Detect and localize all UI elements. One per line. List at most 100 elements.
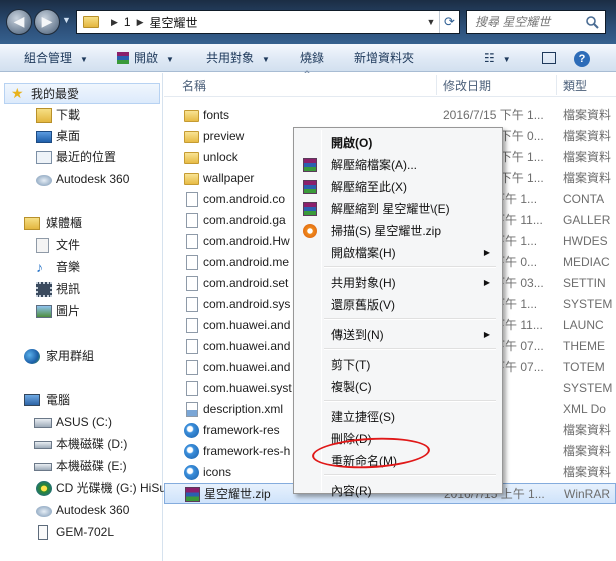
menu-properties[interactable]: 內容(R) (296, 480, 500, 502)
column-divider[interactable] (556, 75, 557, 95)
nav-label: 桌面 (56, 129, 81, 143)
nav-homegroup[interactable]: 家用群組 (0, 346, 160, 367)
file-name: icons (203, 465, 232, 479)
nav-drive-g[interactable]: CD 光碟機 (G:) HiSu (0, 478, 166, 499)
menu-item-label: 解壓縮檔案(A)... (331, 158, 417, 172)
nav-label: 媒體櫃 (46, 216, 83, 230)
menu-open-with[interactable]: 開啟檔案(H) ▶ (296, 242, 500, 264)
menu-restore-previous[interactable]: 還原舊版(V) (296, 294, 500, 316)
search-input[interactable] (473, 14, 581, 30)
menu-cut[interactable]: 剪下(T) (296, 354, 500, 376)
file-name: preview (203, 129, 245, 143)
open-button[interactable]: 開啟 ▼ (112, 48, 178, 68)
file-icon (186, 213, 198, 228)
share-label: 共用對象 (206, 51, 255, 65)
nav-desktop[interactable]: 桌面 (0, 126, 160, 147)
view-options-button[interactable]: ☷ ▼ (480, 48, 515, 68)
open-label: 開啟 (134, 51, 159, 65)
chevron-right-icon[interactable]: ▶ (137, 17, 144, 28)
file-name: com.android.set (203, 276, 289, 290)
organize-button[interactable]: 組合管理 ▼ (20, 48, 92, 68)
menu-send-to[interactable]: 傳送到(N) ▶ (296, 324, 500, 346)
nav-autodesk-fav[interactable]: Autodesk 360 (0, 169, 160, 190)
menu-item-label: 內容(R) (331, 484, 372, 498)
videos-icon (36, 282, 52, 297)
pictures-icon (36, 305, 52, 318)
refresh-button[interactable]: ⟳ (439, 11, 459, 33)
search-box[interactable] (466, 10, 606, 34)
share-button[interactable]: 共用對象 ▼ (202, 48, 274, 68)
menu-copy[interactable]: 複製(C) (296, 376, 500, 398)
file-type: 檔案資料 (563, 444, 612, 458)
menu-item-label: 建立捷徑(S) (331, 410, 395, 424)
menu-share-with[interactable]: 共用對象(H) ▶ (296, 272, 500, 294)
ie-file-icon (184, 423, 199, 438)
music-icon: ♪ (36, 259, 43, 275)
file-name: com.android.ga (203, 213, 286, 227)
winrar-icon (303, 158, 317, 172)
nav-recent-places[interactable]: 最近的位置 (0, 147, 160, 168)
drive-icon (34, 418, 52, 428)
nav-libraries[interactable]: 媒體櫃 (0, 213, 160, 234)
nav-music[interactable]: ♪ 音樂 (0, 257, 160, 278)
menu-extract-files[interactable]: 解壓縮檔案(A)... (296, 154, 500, 176)
menu-item-label: 傳送到(N) (331, 328, 384, 342)
nav-drive-e[interactable]: 本機磁碟 (E:) (0, 456, 160, 477)
nav-device-gem[interactable]: GEM-702L (0, 522, 160, 543)
burn-button[interactable]: 燒錄 (296, 48, 328, 68)
column-divider[interactable] (436, 75, 437, 95)
nav-label: 音樂 (56, 260, 81, 274)
menu-scan[interactable]: 掃描(S) 星空耀世.zip (296, 220, 500, 242)
file-name: wallpaper (203, 171, 255, 185)
new-folder-label: 新增資料夾 (354, 51, 415, 65)
winrar-icon (117, 52, 129, 64)
column-header-date[interactable]: 修改日期 (443, 73, 491, 97)
column-header-name[interactable]: 名稱 (182, 73, 206, 97)
file-name: 星空耀世.zip (204, 487, 271, 501)
drive-icon (34, 441, 52, 449)
back-button[interactable]: ◀ (6, 9, 32, 35)
preview-pane-button[interactable] (538, 48, 560, 68)
menu-extract-here[interactable]: 解壓縮至此(X) (296, 176, 500, 198)
nav-videos[interactable]: 視訊 (0, 279, 160, 300)
submenu-arrow-icon: ▶ (483, 248, 490, 257)
help-button[interactable]: ? (570, 48, 594, 68)
address-box[interactable]: ▶ 1 ▶ 星空耀世 ▼ ⟳ (76, 10, 460, 34)
nav-label: Autodesk 360 (56, 503, 130, 517)
file-type: 檔案資料 (563, 171, 612, 185)
nav-drive-d[interactable]: 本機磁碟 (D:) (0, 434, 160, 455)
preview-pane-icon (542, 52, 556, 64)
burn-label: 燒錄 (300, 51, 325, 65)
nav-downloads[interactable]: 下載 (0, 105, 160, 126)
new-folder-button[interactable]: 新增資料夾 (350, 48, 418, 68)
chevron-down-icon[interactable]: ▼ (423, 11, 439, 33)
menu-open[interactable]: 開啟(O) (296, 132, 500, 154)
breadcrumb-item[interactable]: 1 (124, 15, 131, 29)
file-type: MEDIAC (563, 255, 610, 269)
nav-favorites[interactable]: ★ 我的最愛 (4, 83, 160, 104)
nav-computer[interactable]: 電腦 (0, 390, 160, 411)
file-icon (186, 276, 198, 291)
folder-icon (184, 131, 199, 143)
nav-drive-c[interactable]: ASUS (C:) (0, 412, 160, 433)
folder-icon (184, 110, 199, 122)
file-type: SYSTEM (563, 381, 613, 395)
file-type: LAUNC (563, 318, 604, 332)
file-row[interactable]: fonts 2016/7/15 下午 1... 檔案資料 (164, 105, 616, 126)
nav-autodesk-computer[interactable]: Autodesk 360 (0, 500, 160, 521)
winrar-icon (185, 487, 200, 502)
breadcrumb-item[interactable]: 星空耀世 (150, 14, 198, 31)
nav-label: 本機磁碟 (D:) (56, 437, 128, 451)
search-icon[interactable] (585, 15, 599, 29)
menu-item-label: 還原舊版(V) (331, 298, 395, 312)
recent-pages-dropdown[interactable]: ▼ (62, 15, 72, 27)
column-header-type[interactable]: 類型 (563, 73, 587, 97)
chevron-right-icon[interactable]: ▶ (111, 17, 118, 28)
menu-create-shortcut[interactable]: 建立捷徑(S) (296, 406, 500, 428)
forward-button[interactable]: ▶ (34, 9, 60, 35)
file-name: com.huawei.and (203, 339, 291, 353)
menu-extract-to-folder[interactable]: 解壓縮到 星空耀世\(E) (296, 198, 500, 220)
nav-pictures[interactable]: 圖片 (0, 301, 160, 322)
file-type: 檔案資料 (563, 150, 612, 164)
nav-documents[interactable]: 文件 (0, 235, 160, 256)
